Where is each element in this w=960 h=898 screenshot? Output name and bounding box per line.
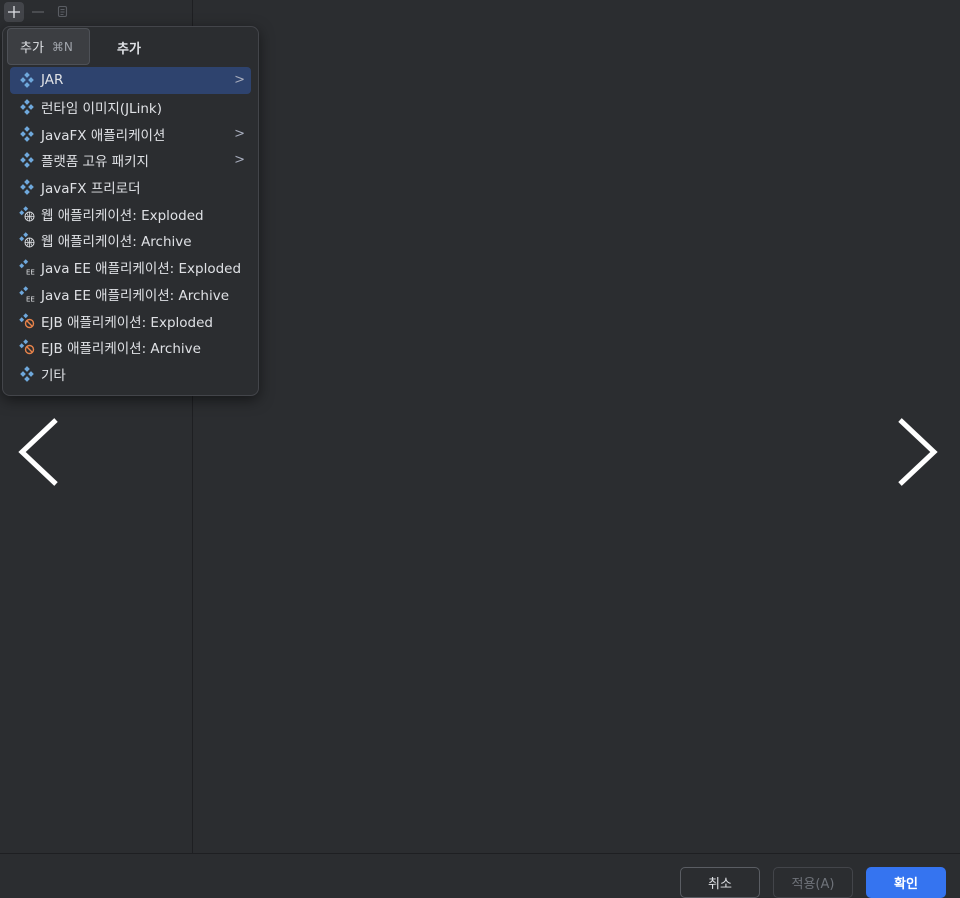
apply-button[interactable]: 적용(A) (773, 867, 853, 898)
web-artifact-icon (19, 232, 35, 248)
menu-item[interactable]: JavaFX 애플리케이션 > (10, 120, 251, 147)
menu-item-label: 웹 애플리케이션: Exploded (41, 207, 204, 224)
menu-item[interactable]: JAR > (10, 67, 251, 94)
plus-icon (8, 6, 20, 18)
svg-text:EE: EE (26, 269, 35, 276)
copy-icon (57, 5, 68, 18)
menu-item-label: Java EE 애플리케이션: Archive (41, 287, 230, 304)
menu-item-label: 플랫폼 고유 패키지 (41, 154, 149, 171)
web-artifact-icon (19, 206, 35, 222)
menu-item-label: EJB 애플리케이션: Exploded (41, 314, 213, 331)
add-artifact-popup: 추가 JAR > 런타임 이미지(JLink) JavaFX 애플리케이션 > 플랫폼 고… (2, 26, 259, 396)
add-tooltip: 추가 ⌘N (7, 28, 90, 65)
ejb-artifact-icon (19, 339, 35, 355)
previous-arrow-icon[interactable] (16, 417, 60, 487)
menu-item[interactable]: EE Java EE 애플리케이션: Archive (10, 281, 251, 308)
javaee-artifact-icon: EE (19, 286, 35, 303)
artifact-icon (19, 179, 35, 195)
svg-text:EE: EE (26, 295, 35, 302)
menu-item-label: Java EE 애플리케이션: Exploded (41, 261, 242, 278)
menu-item-label: JavaFX 프리로더 (41, 181, 141, 198)
ok-button[interactable]: 확인 (866, 867, 946, 898)
javaee-artifact-icon: EE (19, 259, 35, 277)
menu-item[interactable]: 웹 애플리케이션: Exploded (10, 200, 251, 227)
menu-item-label: 런타임 이미지(JLink) (41, 101, 162, 118)
menu-item-label: EJB 애플리케이션: Archive (41, 341, 201, 358)
menu-item[interactable]: 런타임 이미지(JLink) (10, 94, 251, 121)
menu-item[interactable]: 웹 애플리케이션: Archive (10, 227, 251, 254)
artifact-settings-panel (194, 0, 960, 853)
menu-item-label: JavaFX 애플리케이션 (41, 127, 166, 144)
menu-item[interactable]: 플랫폼 고유 패키지 > (10, 147, 251, 174)
ejb-artifact-icon (19, 312, 35, 329)
artifacts-toolbar (0, 0, 193, 24)
menu-item[interactable]: 기타 (10, 361, 251, 388)
tooltip-shortcut: ⌘N (51, 39, 73, 54)
artifact-icon (19, 72, 35, 89)
chevron-right-icon: > (234, 152, 245, 168)
menu-item[interactable]: EJB 애플리케이션: Exploded (10, 307, 251, 334)
menu-item[interactable]: EJB 애플리케이션: Archive (10, 334, 251, 361)
chevron-right-icon: > (234, 72, 245, 88)
menu-item-label: JAR (41, 72, 64, 89)
artifact-type-list: JAR > 런타임 이미지(JLink) JavaFX 애플리케이션 > 플랫폼 고유 패… (3, 67, 258, 387)
remove-button[interactable] (28, 2, 48, 22)
tooltip-label: 추가 (20, 41, 44, 56)
menu-item-label: 웹 애플리케이션: Archive (41, 234, 192, 251)
chevron-right-icon: > (234, 126, 245, 142)
dialog-button-bar: 취소 적용(A) 확인 (0, 853, 960, 898)
artifact-icon (19, 99, 35, 115)
next-arrow-icon[interactable] (896, 417, 940, 487)
cancel-button[interactable]: 취소 (680, 867, 760, 898)
artifact-icon (19, 366, 35, 382)
menu-item[interactable]: EE Java EE 애플리케이션: Exploded (10, 254, 251, 281)
minus-icon (32, 11, 44, 13)
menu-item-label: 기타 (41, 367, 66, 384)
menu-item[interactable]: JavaFX 프리로더 (10, 174, 251, 201)
copy-button[interactable] (52, 2, 72, 22)
artifact-icon (19, 125, 35, 142)
artifact-icon (19, 152, 35, 169)
add-button[interactable] (4, 2, 24, 22)
